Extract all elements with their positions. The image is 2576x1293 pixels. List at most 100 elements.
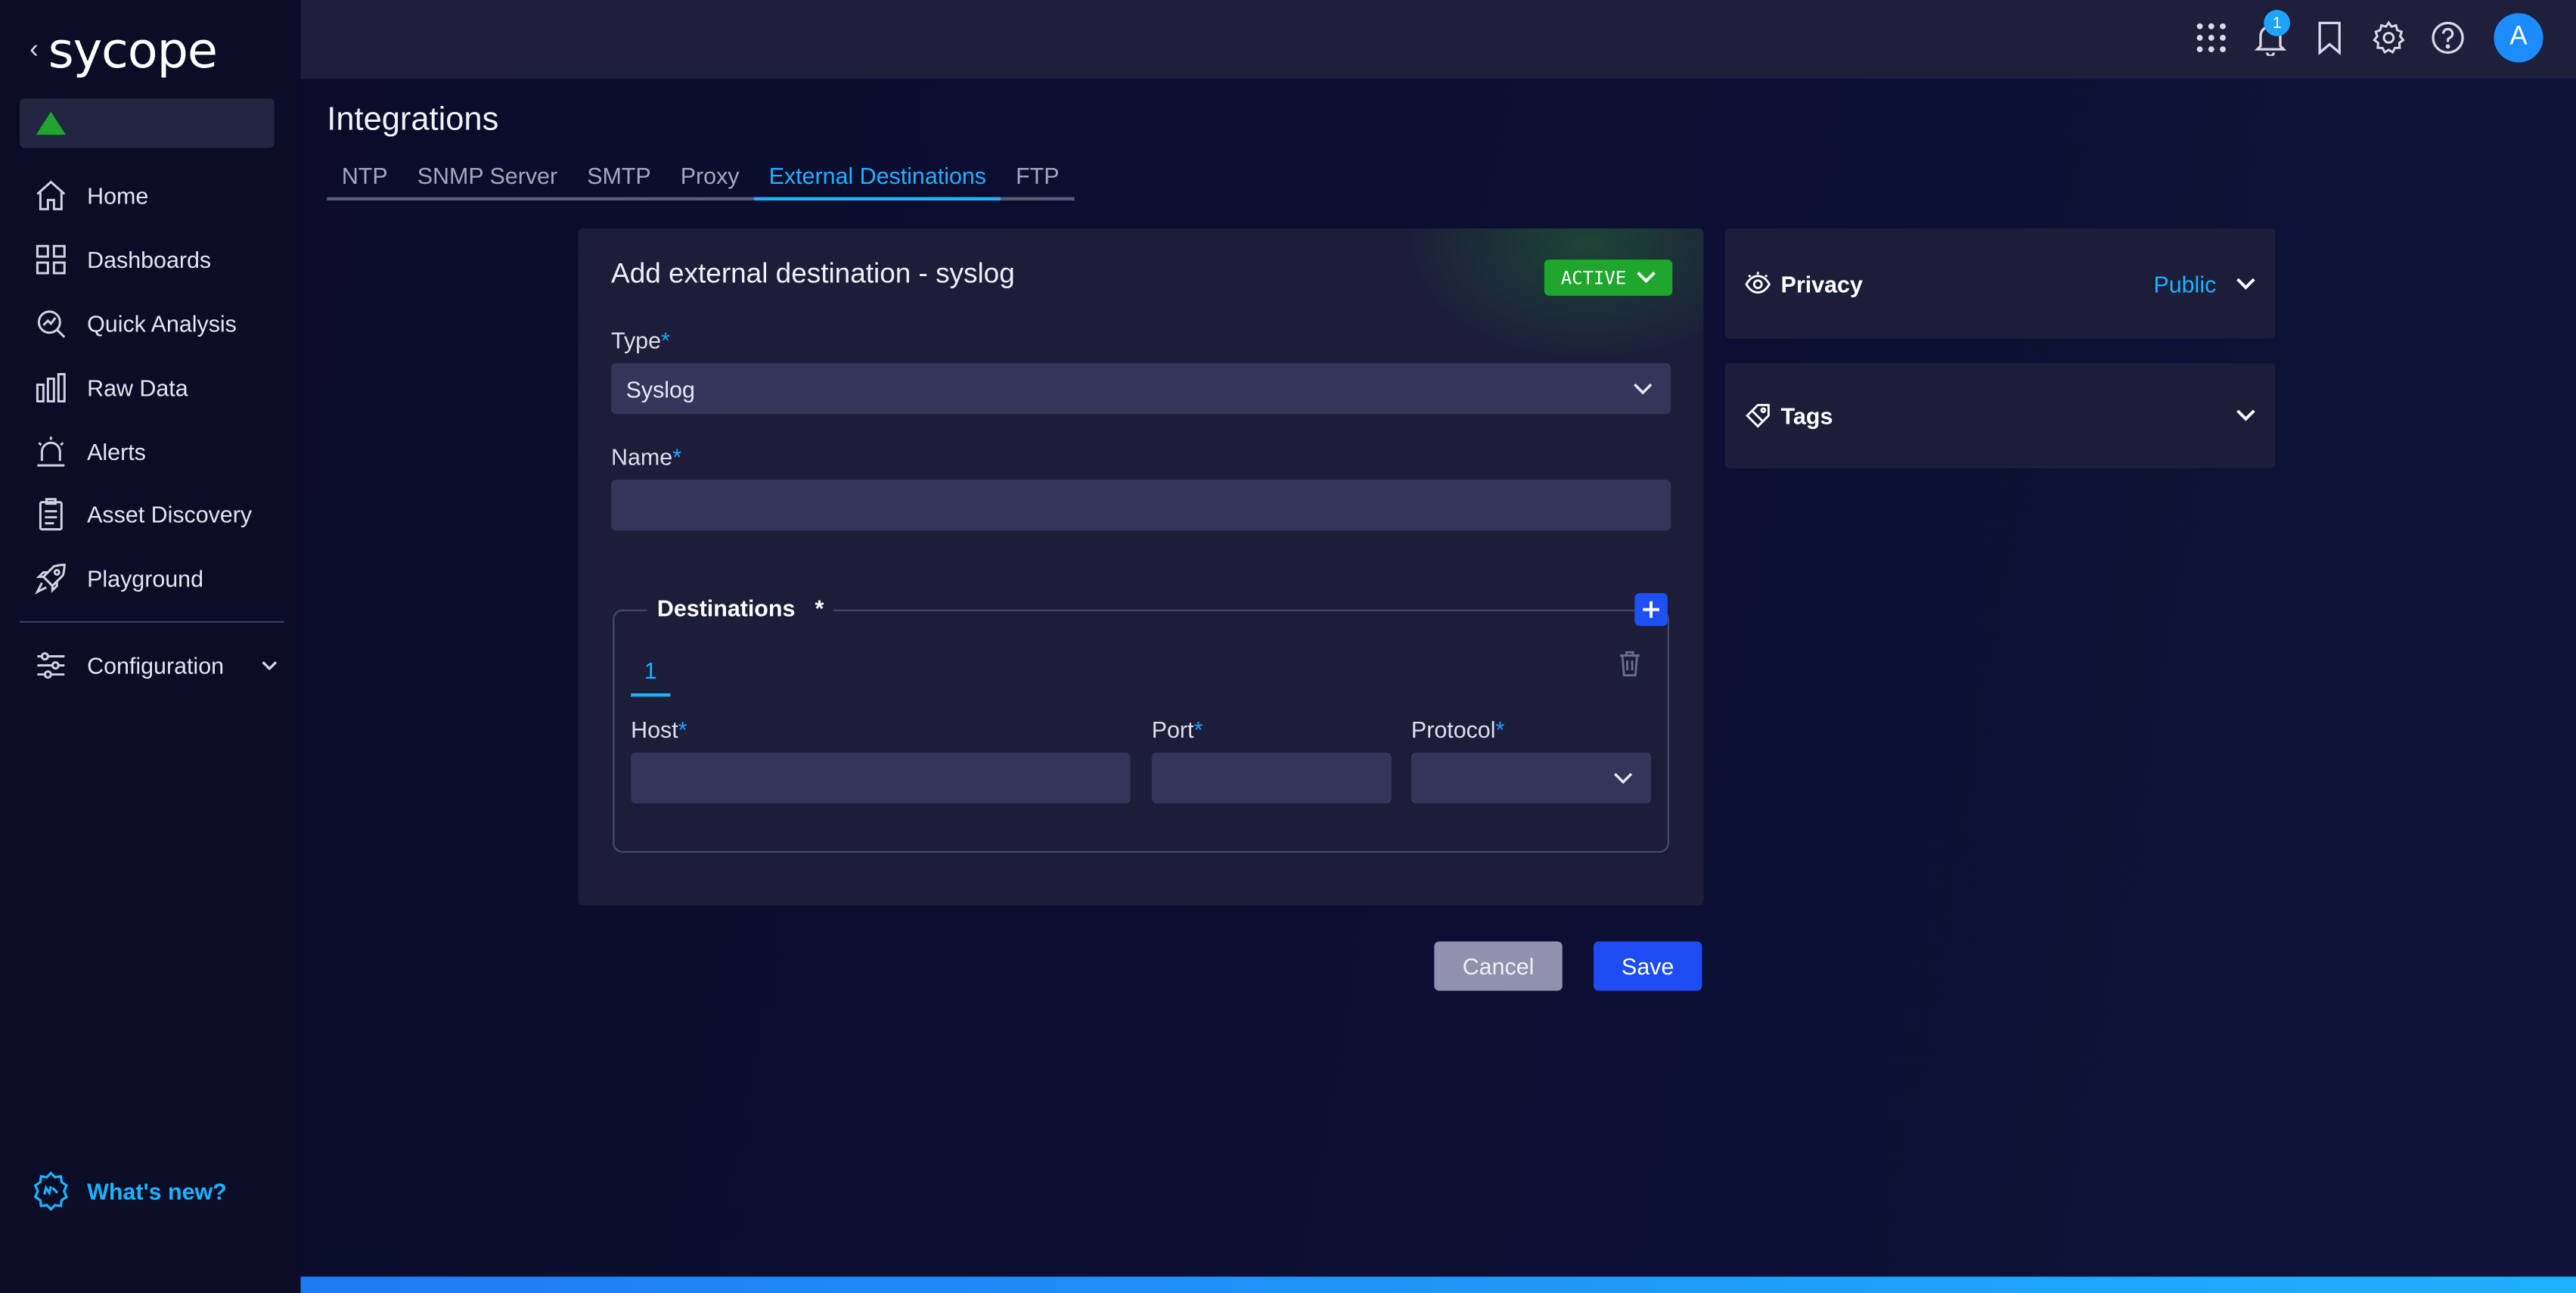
sidebar-item-label: Alerts <box>87 437 146 465</box>
sidebar-item-label: Home <box>87 182 149 210</box>
user-avatar[interactable]: A <box>2494 13 2543 63</box>
tab-external-destinations[interactable]: External Destinations <box>754 157 1001 200</box>
host-label-text: Host <box>631 716 678 743</box>
chevron-down-icon <box>2236 409 2255 421</box>
sidebar-item-label: Dashboards <box>87 247 212 273</box>
bookmark-icon[interactable] <box>2310 18 2349 58</box>
sidebar-item-label: Raw Data <box>87 374 188 401</box>
bottom-accent-bar <box>300 1276 2576 1293</box>
new-badge-icon <box>33 1171 69 1211</box>
tab-snmp-server[interactable]: SNMP Server <box>402 157 572 197</box>
settings-gear-icon[interactable] <box>2369 18 2408 58</box>
chevron-down-icon <box>1637 272 1656 284</box>
raw-data-icon <box>36 372 66 403</box>
required-marker: * <box>815 595 824 621</box>
delete-destination-button[interactable] <box>1619 651 1641 685</box>
asset-discovery-icon <box>39 499 63 531</box>
tab-ftp[interactable]: FTP <box>1001 157 1075 197</box>
sidebar-item-label: Quick Analysis <box>87 310 237 337</box>
name-input[interactable] <box>611 480 1671 531</box>
tab-ntp[interactable]: NTP <box>327 157 402 197</box>
integration-tabs: NTP SNMP Server SMTP Proxy External Dest… <box>327 157 1075 200</box>
protocol-label: Protocol* <box>1411 716 1504 743</box>
privacy-panel[interactable]: Privacy Public <box>1724 228 2276 339</box>
sidebar-item-configuration[interactable]: Configuration <box>33 634 279 698</box>
name-label-text: Name <box>611 443 673 471</box>
destinations-legend: Destinations * <box>647 595 834 621</box>
chevron-down-icon <box>262 661 278 671</box>
privacy-label: Privacy <box>1780 270 1863 297</box>
alerts-icon <box>37 436 65 466</box>
back-chevron-icon[interactable]: ‹ <box>29 36 39 66</box>
sidebar-item-label: Playground <box>87 565 203 592</box>
trash-icon <box>1619 651 1640 676</box>
sidebar-item-home[interactable]: Home <box>33 164 296 228</box>
chevron-down-icon <box>2236 277 2255 289</box>
port-label: Port* <box>1152 716 1203 743</box>
tags-icon <box>1746 403 1770 428</box>
sidebar: ‹ sycope Home Dashboards Quick Analysis … <box>0 0 301 1293</box>
sidebar-item-raw-data[interactable]: Raw Data <box>33 356 296 419</box>
tab-smtp[interactable]: SMTP <box>573 157 666 197</box>
status-dropdown[interactable]: ACTIVE <box>1544 260 1673 296</box>
type-label-text: Type <box>611 327 662 353</box>
plus-icon <box>1643 601 1659 618</box>
host-label: Host* <box>631 716 687 743</box>
whats-new-label: What's new? <box>87 1178 227 1204</box>
required-marker: * <box>672 443 682 471</box>
sidebar-item-asset-discovery[interactable]: Asset Discovery <box>33 483 296 546</box>
sidebar-item-label: Asset Discovery <box>87 502 253 528</box>
required-marker: * <box>678 716 687 743</box>
sidebar-item-label: Configuration <box>87 652 225 679</box>
external-destination-form: Add external destination - syslog ACTIVE… <box>578 228 1704 906</box>
chevron-down-icon <box>1614 772 1633 785</box>
whats-new-link[interactable]: What's new? <box>29 1170 227 1212</box>
host-input[interactable] <box>631 752 1131 803</box>
destinations-fieldset: Destinations * 1 Host* Port* Protocol* <box>613 592 1669 853</box>
notifications-bell-icon[interactable]: 1 <box>2251 10 2291 58</box>
tags-panel[interactable]: Tags <box>1724 362 2276 468</box>
home-icon <box>36 181 66 211</box>
name-label: Name* <box>611 443 681 470</box>
save-button[interactable]: Save <box>1594 941 1702 991</box>
cancel-button[interactable]: Cancel <box>1434 941 1563 991</box>
status-triangle-icon <box>36 111 66 135</box>
destinations-label: Destinations <box>656 595 796 621</box>
required-marker: * <box>1193 716 1203 743</box>
add-destination-button[interactable] <box>1634 592 1668 626</box>
type-select[interactable]: Syslog <box>611 362 1671 415</box>
apps-grid-icon[interactable] <box>2192 18 2231 58</box>
page-title: Integrations <box>327 101 499 138</box>
type-label: Type* <box>611 327 670 353</box>
dashboards-icon <box>36 245 66 275</box>
sidebar-nav: Home Dashboards Quick Analysis Raw Data … <box>33 164 296 611</box>
chevron-down-icon <box>1634 383 1653 395</box>
destination-tab-1[interactable]: 1 <box>631 657 671 697</box>
configuration-sliders-icon <box>37 652 65 679</box>
sidebar-divider <box>20 620 284 623</box>
privacy-value: Public <box>2153 270 2217 297</box>
app-logo: sycope <box>48 22 218 80</box>
port-input[interactable] <box>1151 752 1392 803</box>
app-frame: ‹ sycope Home Dashboards Quick Analysis … <box>0 0 2576 1293</box>
quick-analysis-icon <box>37 310 66 338</box>
sidebar-item-playground[interactable]: Playground <box>33 547 296 611</box>
tags-label: Tags <box>1780 403 1833 429</box>
environment-status-bar[interactable] <box>20 98 275 148</box>
type-select-value: Syslog <box>625 375 695 402</box>
protocol-select[interactable] <box>1411 752 1652 803</box>
form-title: Add external destination - syslog <box>611 257 1015 290</box>
top-bar: 1 A <box>300 0 2576 79</box>
sidebar-item-dashboards[interactable]: Dashboards <box>33 228 296 291</box>
required-marker: * <box>1495 716 1505 743</box>
sidebar-item-alerts[interactable]: Alerts <box>33 419 296 483</box>
tab-proxy[interactable]: Proxy <box>666 157 754 197</box>
playground-icon <box>35 564 66 595</box>
port-label-text: Port <box>1151 716 1194 743</box>
sidebar-item-quick-analysis[interactable]: Quick Analysis <box>33 292 296 356</box>
notification-count-badge: 1 <box>2264 10 2291 36</box>
logo-row[interactable]: ‹ sycope <box>29 22 218 80</box>
status-label: ACTIVE <box>1560 266 1627 289</box>
help-icon[interactable] <box>2429 18 2468 58</box>
privacy-eye-icon <box>1745 271 1771 293</box>
